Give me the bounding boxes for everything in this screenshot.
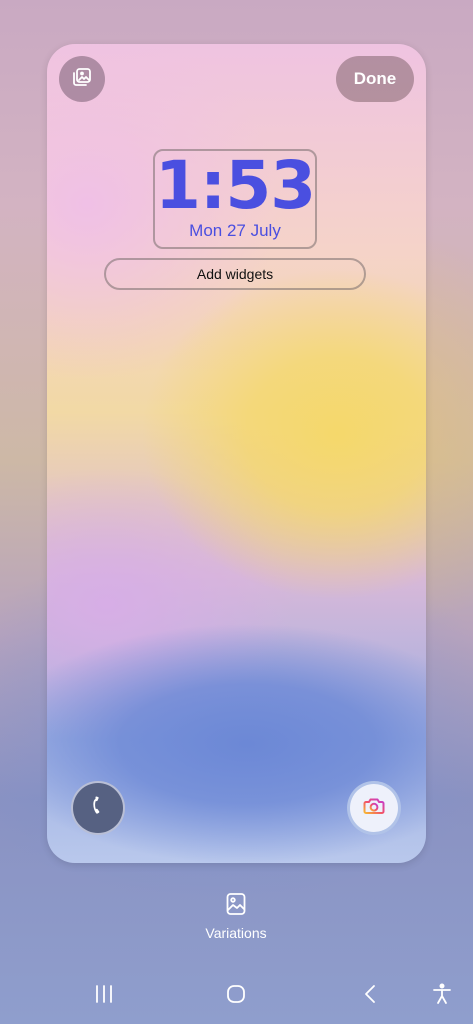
image-variations-icon	[225, 893, 247, 920]
accessibility-button[interactable]	[430, 982, 454, 1010]
home-icon	[226, 984, 246, 1009]
phone-icon	[88, 796, 108, 821]
recent-apps-button[interactable]	[92, 983, 116, 1009]
lock-screen-preview: Done 1:53 Mon 27 July Add widgets	[47, 44, 426, 863]
clock-widget[interactable]: 1:53 Mon 27 July	[153, 149, 317, 249]
recent-apps-icon	[94, 984, 114, 1008]
accessibility-icon	[432, 982, 452, 1010]
phone-shortcut-button[interactable]	[71, 781, 125, 835]
camera-shortcut-button[interactable]	[347, 781, 401, 835]
clock-date: Mon 27 July	[189, 221, 281, 240]
variations-label: Variations	[205, 925, 267, 941]
wallpaper-gallery-button[interactable]	[59, 56, 105, 102]
add-widgets-button[interactable]: Add widgets	[104, 258, 366, 290]
camera-icon	[362, 794, 386, 823]
clock-time: 1:53	[155, 147, 316, 224]
variations-button[interactable]: Variations	[186, 892, 286, 941]
back-icon	[363, 984, 377, 1009]
done-button[interactable]: Done	[336, 56, 414, 102]
home-button[interactable]	[224, 983, 248, 1009]
gallery-icon	[71, 66, 93, 93]
system-navigation-bar	[0, 975, 473, 1017]
back-button[interactable]	[358, 983, 382, 1009]
